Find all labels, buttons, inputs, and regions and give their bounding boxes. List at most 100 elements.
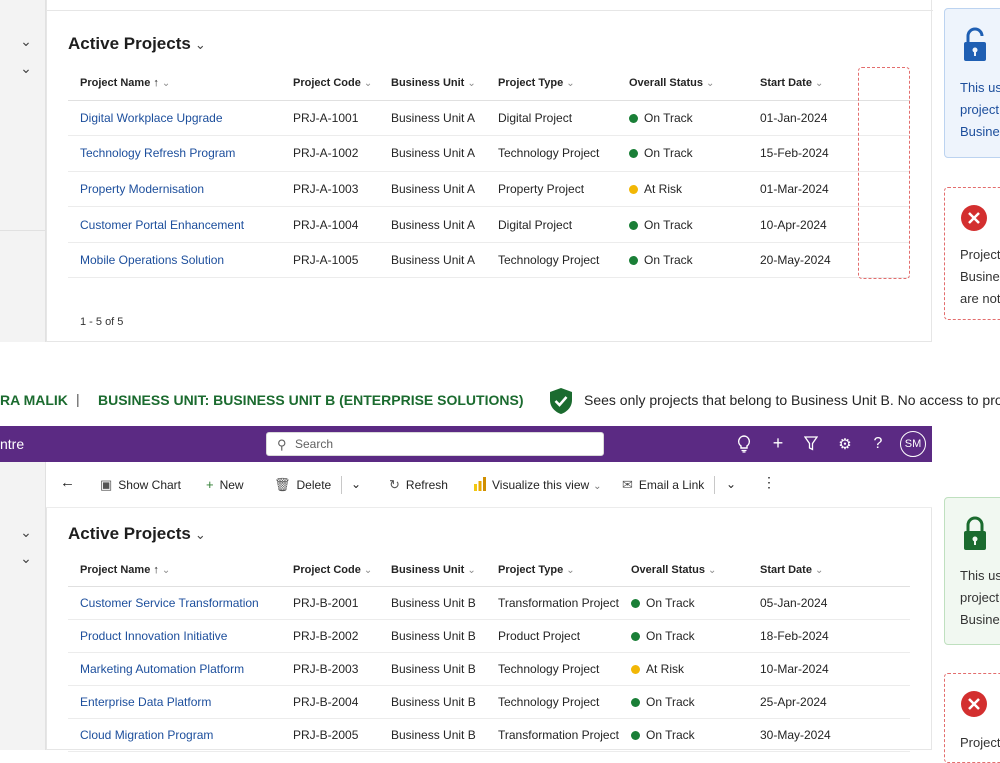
view-selector-top[interactable]: Active Projects ⌄ bbox=[68, 34, 206, 54]
chevron-down-icon: ⌄ bbox=[814, 564, 824, 576]
project-name-link[interactable]: Cloud Migration Program bbox=[68, 718, 281, 753]
settings-gear-icon[interactable]: ⚙ bbox=[836, 435, 854, 453]
info-card-text: This us project Busine bbox=[960, 80, 1000, 139]
chevron-down-icon: ⌄ bbox=[705, 77, 715, 89]
table-row[interactable]: Product Innovation Initiative PRJ-B-2002 B… bbox=[68, 619, 910, 653]
search-input[interactable] bbox=[295, 436, 595, 452]
project-name-link[interactable]: Technology Refresh Program bbox=[68, 135, 281, 172]
chevron-down-icon: ⌄ bbox=[363, 77, 373, 89]
cell-code: PRJ-A-1004 bbox=[281, 206, 379, 243]
table-row[interactable]: Mobile Operations Solution PRJ-A-1005 Busi… bbox=[68, 242, 910, 279]
project-name-link[interactable]: Property Modernisation bbox=[68, 171, 281, 208]
table-row[interactable]: Customer Service Transformation PRJ-B-200… bbox=[68, 586, 910, 620]
unlocked-lock-icon bbox=[964, 27, 986, 61]
left-nav-strip-bottom: ⌄ ⌄ bbox=[0, 462, 46, 750]
panel-top-edge bbox=[47, 10, 933, 11]
cell-date: 18-Feb-2024 bbox=[748, 619, 910, 653]
project-name-link[interactable]: Product Innovation Initiative bbox=[68, 619, 281, 653]
shield-check-icon bbox=[550, 388, 572, 414]
column-header[interactable]: Overall Status ⌄ bbox=[617, 66, 748, 101]
column-header[interactable]: Business Unit ⌄ bbox=[379, 554, 486, 587]
email-link-button[interactable]: ✉ Email a Link bbox=[622, 477, 704, 493]
project-name-link[interactable]: Marketing Automation Platform bbox=[68, 652, 281, 687]
column-header[interactable]: Overall Status ⌄ bbox=[619, 554, 748, 587]
plus-icon[interactable]: + bbox=[769, 433, 787, 454]
cell-type: Technology Project bbox=[486, 242, 617, 279]
cell-status: At Risk bbox=[619, 652, 748, 687]
visualize-button[interactable]: Visualize this view ⌄ bbox=[474, 477, 602, 492]
view-selector-bottom[interactable]: Active Projects ⌄ bbox=[68, 524, 206, 544]
cell-code: PRJ-B-2003 bbox=[281, 652, 379, 687]
project-name-link[interactable]: Mobile Operations Solution bbox=[68, 242, 281, 279]
cell-type: Property Project bbox=[486, 171, 617, 208]
show-chart-button[interactable]: ▣ Show Chart bbox=[100, 477, 181, 493]
chevron-down-icon: ⌄ bbox=[161, 564, 171, 576]
project-name-link[interactable]: Customer Portal Enhancement bbox=[68, 206, 281, 243]
cell-unit: Business Unit A bbox=[379, 135, 486, 172]
table-row[interactable]: Cloud Migration Program PRJ-B-2005 Busines… bbox=[68, 718, 910, 753]
back-button[interactable]: ← bbox=[60, 474, 75, 491]
table-row[interactable]: Property Modernisation PRJ-A-1003 Business… bbox=[68, 171, 910, 208]
highlight-box bbox=[858, 67, 910, 279]
user-avatar[interactable]: SM bbox=[900, 431, 926, 457]
chevron-down-icon: ⌄ bbox=[194, 527, 206, 542]
nav-divider bbox=[0, 230, 46, 231]
column-header[interactable]: Business Unit ⌄ bbox=[379, 66, 486, 101]
cell-date: 10-Mar-2024 bbox=[748, 652, 910, 687]
chevron-down-icon: ⌄ bbox=[467, 564, 476, 576]
new-button[interactable]: + New bbox=[206, 477, 244, 492]
overflow-menu-icon[interactable]: ⋮ bbox=[762, 474, 776, 491]
error-x-icon bbox=[961, 205, 987, 231]
chevron-down-icon[interactable]: ⌄ bbox=[18, 550, 34, 566]
cell-unit: Business Unit B bbox=[379, 685, 486, 720]
cell-type: Technology Project bbox=[486, 135, 617, 172]
column-header[interactable]: Project Type ⌄ bbox=[486, 554, 619, 587]
power-bi-icon bbox=[474, 477, 486, 491]
error-card-text: Project bbox=[960, 735, 1000, 750]
projects-grid-bottom: Project Name ↑ ⌄ Project Code ⌄ Business Uni… bbox=[68, 554, 910, 753]
chevron-down-icon: ⌄ bbox=[707, 564, 717, 576]
table-row[interactable]: Marketing Automation Platform PRJ-B-2003 B… bbox=[68, 652, 910, 687]
search-box[interactable]: ⚲ bbox=[266, 432, 604, 456]
table-row[interactable]: Technology Refresh Program PRJ-A-1002 Busi… bbox=[68, 135, 910, 172]
cell-unit: Business Unit A bbox=[379, 242, 486, 279]
cell-date: 30-May-2024 bbox=[748, 718, 910, 753]
chevron-down-icon[interactable]: ⌄ bbox=[18, 33, 34, 49]
table-row[interactable]: Customer Portal Enhancement PRJ-A-1004 Bus… bbox=[68, 206, 910, 243]
cell-status: On Track bbox=[617, 100, 748, 137]
chevron-down-icon[interactable]: ⌄ bbox=[18, 524, 34, 540]
projects-grid-top: Project Name ↑ ⌄ Project Code ⌄ Business Uni… bbox=[68, 66, 910, 279]
status-dot-icon bbox=[629, 184, 638, 194]
project-name-link[interactable]: Digital Workplace Upgrade bbox=[68, 100, 281, 137]
info-card-bottom: This us project Busine bbox=[944, 497, 1000, 645]
column-header[interactable]: Project Name ↑ ⌄ bbox=[68, 554, 281, 587]
chevron-down-icon[interactable]: ⌄ bbox=[18, 60, 34, 76]
column-header[interactable]: Project Name ↑ ⌄ bbox=[68, 66, 281, 101]
refresh-button[interactable]: ↻ Refresh bbox=[389, 477, 448, 493]
table-row[interactable]: Digital Workplace Upgrade PRJ-A-1001 Busin… bbox=[68, 100, 910, 137]
app-header-bar: ntre ⚲ + ⚙ ? SM bbox=[0, 426, 932, 462]
column-header[interactable]: Start Date ⌄ bbox=[748, 554, 910, 587]
cell-code: PRJ-A-1005 bbox=[281, 242, 379, 279]
cell-unit: Business Unit A bbox=[379, 100, 486, 137]
lightbulb-icon[interactable] bbox=[737, 435, 751, 453]
help-icon[interactable]: ? bbox=[869, 435, 887, 453]
left-nav-strip-top: ⌄ ⌄ bbox=[0, 0, 46, 342]
more-dropdown-chevron-icon[interactable]: ⌄ bbox=[351, 477, 361, 491]
filter-icon[interactable] bbox=[804, 436, 818, 451]
cell-date: 05-Jan-2024 bbox=[748, 586, 910, 620]
user-context-banner: RA MALIK | BUSINESS UNIT: BUSINESS UNIT … bbox=[0, 384, 1000, 416]
delete-button[interactable]: 🗑 Delete bbox=[274, 477, 331, 493]
cell-unit: Business Unit A bbox=[379, 206, 486, 243]
column-header[interactable]: Project Code ⌄ bbox=[281, 554, 379, 587]
table-row[interactable]: Enterprise Data Platform PRJ-B-2004 Busine… bbox=[68, 685, 910, 720]
column-header[interactable]: Project Type ⌄ bbox=[486, 66, 617, 101]
lock-icon bbox=[964, 516, 986, 550]
app-name: ntre bbox=[0, 436, 25, 452]
view-title: Active Projects bbox=[68, 524, 191, 543]
project-name-link[interactable]: Enterprise Data Platform bbox=[68, 685, 281, 720]
command-bar: ← ▣ Show Chart + New 🗑 Delete ⌄ ↻ Refresh Vi… bbox=[46, 462, 932, 508]
column-header[interactable]: Project Code ⌄ bbox=[281, 66, 379, 101]
project-name-link[interactable]: Customer Service Transformation bbox=[68, 586, 281, 620]
more-dropdown-chevron-icon[interactable]: ⌄ bbox=[726, 477, 736, 491]
